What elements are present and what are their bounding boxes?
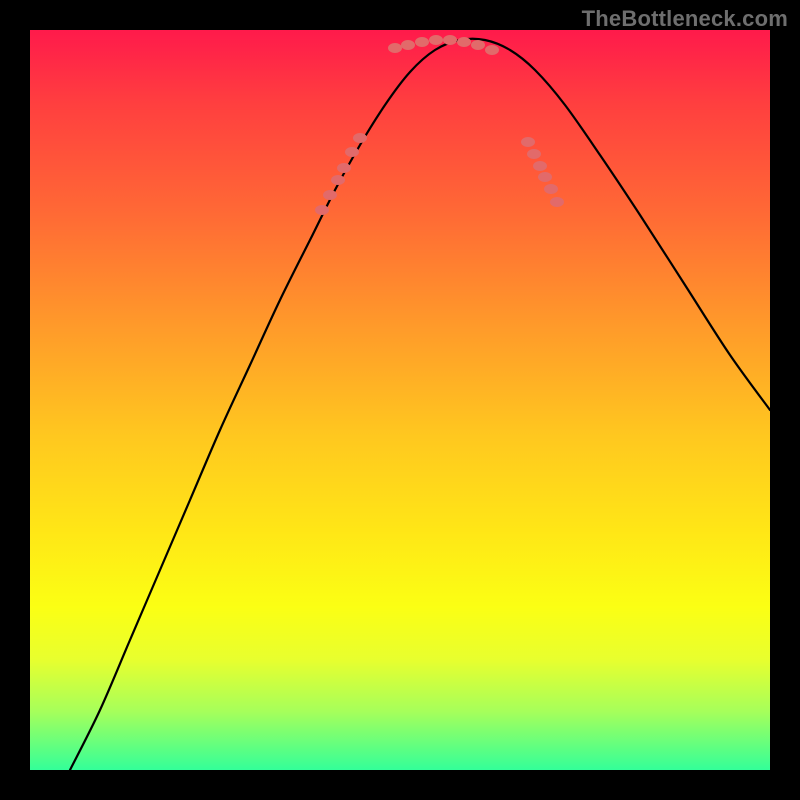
marker-dot xyxy=(521,137,535,147)
marker-dot xyxy=(388,43,402,53)
marker-dot xyxy=(533,161,547,171)
marker-dot xyxy=(323,190,337,200)
marker-dot xyxy=(471,40,485,50)
marker-dot xyxy=(443,35,457,45)
marker-dot xyxy=(337,163,351,173)
marker-dot xyxy=(353,133,367,143)
marker-dot xyxy=(485,45,499,55)
marker-dot xyxy=(550,197,564,207)
marker-dot xyxy=(331,175,345,185)
marker-dot xyxy=(457,37,471,47)
marker-dot xyxy=(527,149,541,159)
bottleneck-curve xyxy=(70,39,770,770)
marker-dot xyxy=(415,37,429,47)
chart-plot-area xyxy=(30,30,770,770)
marker-dot xyxy=(429,35,443,45)
marker-dot xyxy=(544,184,558,194)
marker-dot xyxy=(538,172,552,182)
marker-dot xyxy=(401,40,415,50)
marker-dot xyxy=(345,147,359,157)
marker-dot xyxy=(315,205,329,215)
chart-svg xyxy=(30,30,770,770)
watermark-text: TheBottleneck.com xyxy=(582,6,788,32)
